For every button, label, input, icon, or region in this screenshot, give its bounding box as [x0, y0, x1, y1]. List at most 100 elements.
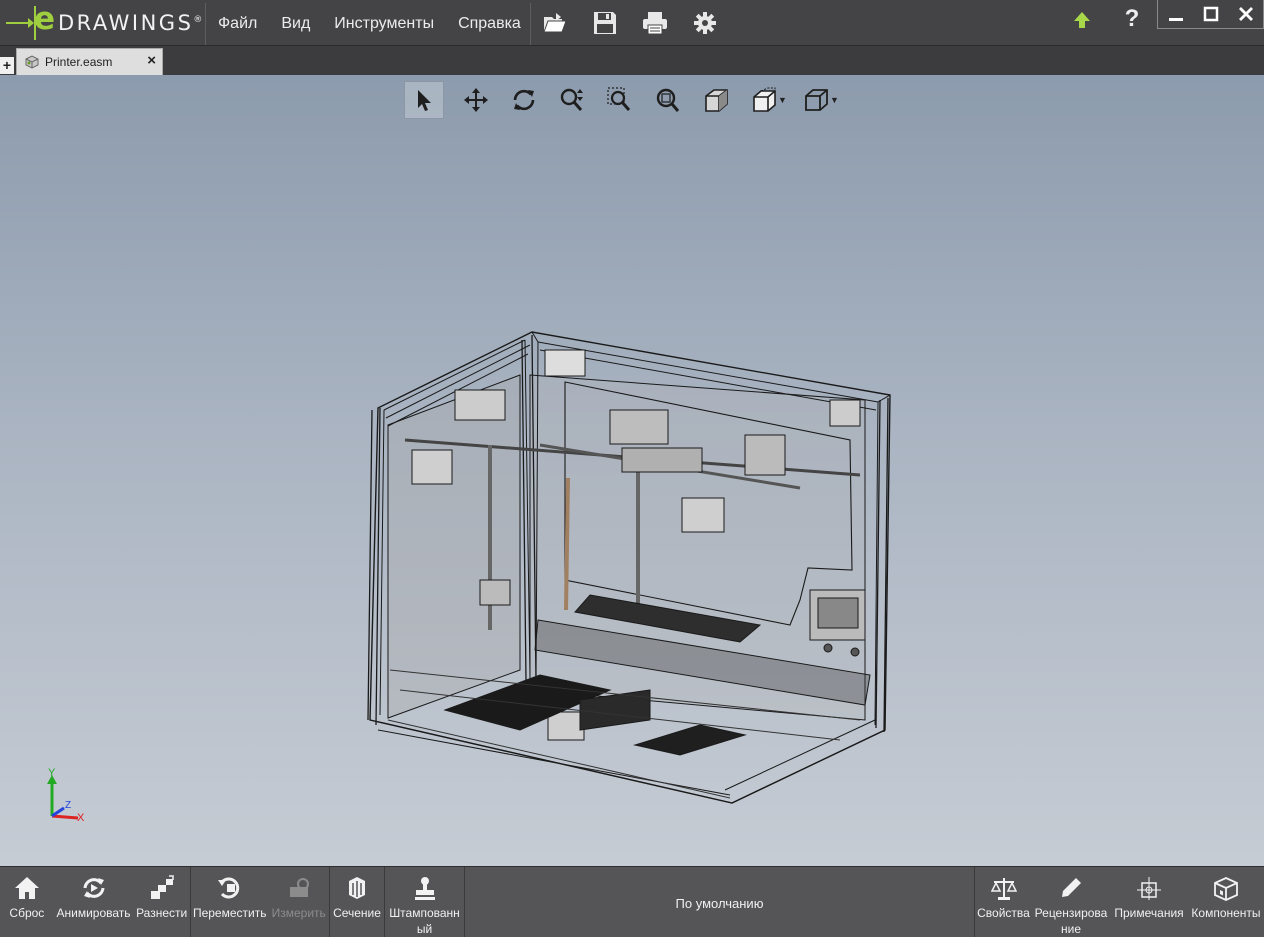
close-icon: [1238, 7, 1253, 21]
pencil-icon: [1062, 878, 1081, 897]
x-axis-label: X: [77, 812, 85, 824]
select-button[interactable]: [404, 81, 444, 119]
stamp-button[interactable]: Штампованный: [385, 867, 464, 937]
main-toolbar: [530, 0, 730, 46]
review-label: Рецензирование: [1034, 906, 1108, 936]
logo-word: DRAWINGS®: [58, 11, 205, 35]
review-button[interactable]: Рецензирование: [1032, 867, 1110, 937]
explode-icon: [150, 875, 174, 899]
standard-views-dropdown[interactable]: ▼: [778, 95, 792, 105]
components-icon: [1214, 877, 1238, 901]
section-icon: [349, 877, 365, 899]
maximize-icon: [1203, 6, 1218, 22]
display-style-dropdown[interactable]: ▼: [830, 95, 844, 105]
measure-icon: [289, 878, 309, 897]
open-button[interactable]: [530, 0, 580, 46]
menu-bar: Файл Вид Инструменты Справка: [206, 0, 533, 46]
z-axis-label: Z: [65, 800, 71, 811]
3d-viewport[interactable]: ▼ ▼ Y Z X: [0, 75, 1264, 866]
save-button[interactable]: [580, 0, 630, 46]
upgrade-button[interactable]: [1068, 6, 1096, 36]
properties-button[interactable]: Свойства: [975, 867, 1032, 937]
logo-arrow: [6, 18, 34, 28]
zoom-button[interactable]: [548, 81, 596, 119]
minimize-button[interactable]: [1158, 0, 1193, 28]
logo-registered: ®: [193, 15, 205, 25]
z-axis: [51, 806, 65, 818]
bottom-toolbar: Сброс Анимировать Разнести Переместить И…: [0, 866, 1264, 937]
section-button[interactable]: Сечение: [330, 867, 384, 937]
section-group: Сечение: [330, 867, 385, 937]
move-icon: [217, 877, 239, 899]
zoom-to-area-icon: [607, 87, 631, 111]
explode-button[interactable]: Разнести: [133, 867, 190, 937]
open-icon: [543, 13, 567, 33]
notes-button[interactable]: Примечания: [1110, 867, 1188, 937]
maximize-button[interactable]: [1193, 0, 1228, 28]
tools-group: Переместить Измерить: [191, 867, 330, 937]
tab-printer-easm[interactable]: Printer.easm ×: [16, 48, 163, 75]
close-tab-button[interactable]: ×: [147, 52, 156, 69]
zoom-to-fit-icon: [656, 88, 680, 112]
view-toolbar: ▼ ▼: [404, 81, 844, 119]
menu-file[interactable]: Файл: [206, 0, 269, 46]
animate-button[interactable]: Анимировать: [54, 867, 134, 937]
select-icon: [418, 90, 431, 111]
y-axis-label: Y: [48, 768, 56, 779]
settings-button[interactable]: [680, 0, 730, 46]
print-button[interactable]: [630, 0, 680, 46]
zoom-icon: [560, 88, 583, 111]
pan-icon: [464, 88, 488, 112]
x-axis: [51, 814, 79, 820]
help-button[interactable]: ?: [1118, 5, 1146, 37]
move-button[interactable]: Переместить: [191, 867, 268, 937]
shaded-view-icon: [705, 89, 728, 112]
close-window-button[interactable]: [1228, 0, 1263, 28]
move-label: Переместить: [192, 906, 267, 920]
edrawings-logo: e DRAWINGS®: [6, 1, 205, 42]
display-style-icon: [805, 89, 828, 111]
document-tab-strip: + Printer.easm ×: [0, 46, 1264, 75]
reset-label: Сброс: [9, 906, 45, 920]
zoom-to-fit-button[interactable]: [644, 81, 692, 119]
settings-icon: [694, 12, 716, 34]
animation-group: Сброс Анимировать Разнести: [0, 867, 191, 937]
rotate-icon: [513, 89, 535, 111]
components-label: Компоненты: [1191, 906, 1261, 920]
measure-label: Измерить: [271, 906, 326, 920]
title-bar: e DRAWINGS® Файл Вид Инструменты Справка: [0, 0, 1264, 46]
measure-button[interactable]: Измерить: [268, 867, 329, 937]
shaded-view-button[interactable]: [692, 81, 740, 119]
pan-button[interactable]: [452, 81, 500, 119]
reset-button[interactable]: Сброс: [0, 867, 54, 937]
components-button[interactable]: Компоненты: [1188, 867, 1264, 937]
rotate-button[interactable]: [500, 81, 548, 119]
review-group: Свойства Рецензирование Примечания Компо…: [975, 867, 1264, 937]
add-tab-button[interactable]: +: [0, 57, 14, 74]
animate-label: Анимировать: [56, 906, 131, 920]
standard-views-icon: [753, 87, 776, 112]
print-icon: [643, 12, 667, 35]
logo-word-text: DRAWINGS: [58, 11, 194, 35]
stamp-group: Штампованный: [385, 867, 465, 937]
upgrade-arrow-icon: [1074, 12, 1090, 28]
zoom-to-area-button[interactable]: [596, 81, 644, 119]
tab-label: Printer.easm: [45, 55, 113, 69]
properties-label: Свойства: [977, 906, 1030, 920]
explode-label: Разнести: [136, 906, 188, 920]
minimize-icon: [1168, 18, 1183, 21]
menu-view[interactable]: Вид: [269, 0, 322, 46]
section-label: Сечение: [333, 906, 381, 920]
menu-help[interactable]: Справка: [446, 0, 533, 46]
stamp-icon: [414, 877, 435, 900]
animate-icon: [83, 878, 104, 898]
configuration-name[interactable]: По умолчанию: [465, 867, 975, 937]
coordinate-triad: Y Z X: [47, 768, 85, 824]
window-controls: [1157, 0, 1264, 29]
menu-tools[interactable]: Инструменты: [322, 0, 446, 46]
notes-label: Примечания: [1114, 906, 1184, 920]
assembly-icon: [25, 55, 39, 69]
scales-icon: [990, 878, 1017, 900]
stamp-label: Штампованный: [389, 906, 460, 936]
printer-3d-model[interactable]: [360, 250, 900, 810]
